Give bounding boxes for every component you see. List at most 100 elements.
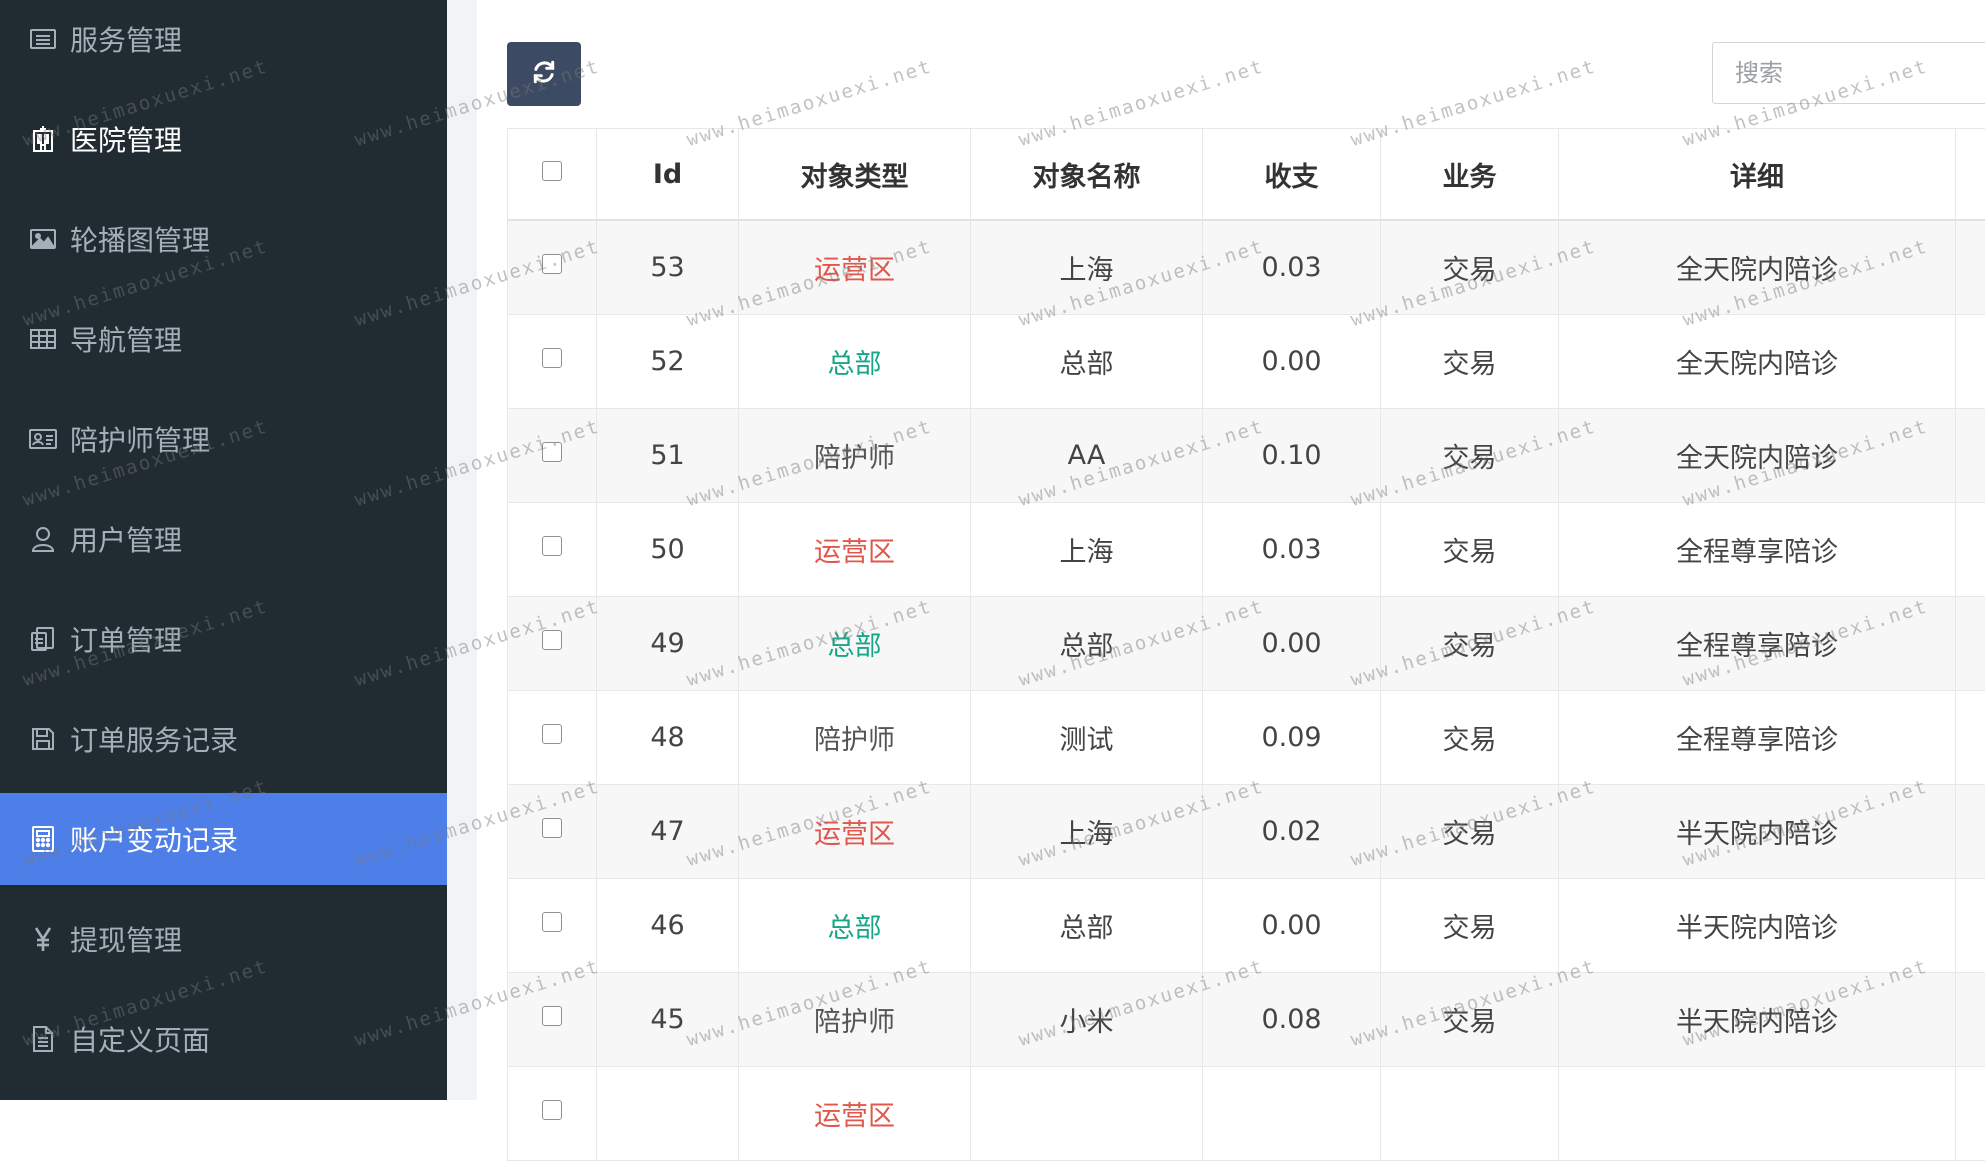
sidebar: 服务管理医院管理轮播图管理导航管理陪护师管理用户管理订单管理订单服务记录账户变动… — [0, 0, 447, 1100]
row-select-cell — [508, 785, 597, 879]
row-checkbox[interactable] — [542, 254, 562, 274]
header-object-name[interactable]: 对象名称 — [971, 129, 1203, 221]
cell-extra — [1956, 785, 1985, 879]
cell-extra — [1956, 315, 1985, 409]
table-row[interactable]: 47运营区上海0.02交易半天院内陪诊 — [508, 785, 1985, 879]
table-row[interactable]: 53运营区上海0.03交易全天院内陪诊 — [508, 220, 1985, 315]
table-row[interactable]: 51陪护师AA0.10交易全天院内陪诊 — [508, 409, 1985, 503]
header-amount[interactable]: 收支 — [1203, 129, 1381, 221]
cell-extra — [1956, 973, 1985, 1067]
row-select-cell — [508, 315, 597, 409]
select-all-checkbox[interactable] — [542, 161, 562, 181]
cell-business: 交易 — [1381, 597, 1559, 691]
cell-amount: 0.00 — [1203, 315, 1381, 409]
refresh-button[interactable] — [507, 42, 581, 106]
sidebar-item-label: 医院管理 — [70, 119, 182, 159]
row-checkbox[interactable] — [542, 630, 562, 650]
cell-object-name: 总部 — [971, 597, 1203, 691]
list-icon — [26, 22, 60, 56]
cell-detail: 半天院内陪诊 — [1559, 973, 1956, 1067]
cell-object-type: 总部 — [739, 879, 971, 973]
table-row[interactable]: 52总部总部0.00交易全天院内陪诊 — [508, 315, 1985, 409]
sidebar-item[interactable]: 自定义页面 — [0, 993, 447, 1085]
cell-extra — [1956, 220, 1985, 315]
table-row[interactable]: 运营区 — [508, 1067, 1985, 1161]
table-row[interactable]: 48陪护师测试0.09交易全程尊享陪诊 — [508, 691, 1985, 785]
cell-id: 49 — [597, 597, 739, 691]
cell-business: 交易 — [1381, 879, 1559, 973]
cell-object-name: AA — [971, 409, 1203, 503]
cell-detail: 全天院内陪诊 — [1559, 409, 1956, 503]
sidebar-item[interactable]: 陪护师管理 — [0, 393, 447, 485]
cell-amount: 0.03 — [1203, 503, 1381, 597]
cell-detail: 全天院内陪诊 — [1559, 220, 1956, 315]
cell-id: 52 — [597, 315, 739, 409]
cell-business: 交易 — [1381, 409, 1559, 503]
sidebar-item[interactable]: 轮播图管理 — [0, 193, 447, 285]
cell-amount: 0.08 — [1203, 973, 1381, 1067]
table-row[interactable]: 46总部总部0.00交易半天院内陪诊 — [508, 879, 1985, 973]
yen-icon — [26, 922, 60, 956]
row-select-cell — [508, 973, 597, 1067]
cell-detail: 半天院内陪诊 — [1559, 785, 1956, 879]
cell-object-name: 上海 — [971, 503, 1203, 597]
cell-detail: 全程尊享陪诊 — [1559, 503, 1956, 597]
cell-amount: 0.10 — [1203, 409, 1381, 503]
sidebar-item-label: 陪护师管理 — [70, 419, 210, 459]
sidebar-item[interactable]: 导航管理 — [0, 293, 447, 385]
table-header-row: Id 对象类型 对象名称 收支 业务 详细 — [508, 129, 1985, 221]
table-row[interactable]: 45陪护师小米0.08交易半天院内陪诊 — [508, 973, 1985, 1067]
table-row[interactable]: 49总部总部0.00交易全程尊享陪诊 — [508, 597, 1985, 691]
cell-id: 51 — [597, 409, 739, 503]
header-object-type[interactable]: 对象类型 — [739, 129, 971, 221]
row-checkbox[interactable] — [542, 1006, 562, 1026]
cell-object-type: 运营区 — [739, 503, 971, 597]
calculator-icon — [26, 822, 60, 856]
row-checkbox[interactable] — [542, 818, 562, 838]
row-checkbox[interactable] — [542, 724, 562, 744]
cell-object-type: 运营区 — [739, 1067, 971, 1161]
sidebar-item[interactable]: 服务管理 — [0, 0, 447, 85]
cell-business: 交易 — [1381, 973, 1559, 1067]
row-checkbox[interactable] — [542, 1100, 562, 1120]
sidebar-item-label: 订单管理 — [70, 619, 182, 659]
row-select-cell — [508, 879, 597, 973]
cell-business: 交易 — [1381, 220, 1559, 315]
cell-detail — [1559, 1067, 1956, 1161]
cell-amount: 0.03 — [1203, 220, 1381, 315]
header-id[interactable]: Id — [597, 129, 739, 221]
cell-object-name: 上海 — [971, 220, 1203, 315]
cell-extra — [1956, 1067, 1985, 1161]
row-checkbox[interactable] — [542, 912, 562, 932]
table-body: 53运营区上海0.03交易全天院内陪诊52总部总部0.00交易全天院内陪诊51陪… — [508, 220, 1985, 1161]
cell-business: 交易 — [1381, 503, 1559, 597]
table-row[interactable]: 50运营区上海0.03交易全程尊享陪诊 — [508, 503, 1985, 597]
row-checkbox[interactable] — [542, 442, 562, 462]
cell-business: 交易 — [1381, 315, 1559, 409]
sidebar-item[interactable]: 订单服务记录 — [0, 693, 447, 785]
row-checkbox[interactable] — [542, 348, 562, 368]
table-icon — [26, 322, 60, 356]
header-business[interactable]: 业务 — [1381, 129, 1559, 221]
cell-object-type: 总部 — [739, 315, 971, 409]
image-icon — [26, 222, 60, 256]
id-card-icon — [26, 422, 60, 456]
sidebar-item[interactable]: 提现管理 — [0, 893, 447, 985]
cell-object-name: 测试 — [971, 691, 1203, 785]
row-select-cell — [508, 503, 597, 597]
cell-extra — [1956, 503, 1985, 597]
sidebar-item[interactable]: 账户变动记录 — [0, 793, 447, 885]
header-detail[interactable]: 详细 — [1559, 129, 1956, 221]
sidebar-item[interactable]: 医院管理 — [0, 93, 447, 185]
row-checkbox[interactable] — [542, 536, 562, 556]
cell-object-name: 总部 — [971, 315, 1203, 409]
search-input[interactable] — [1712, 42, 1985, 104]
sidebar-item[interactable]: 用户管理 — [0, 493, 447, 585]
sidebar-item-label: 服务管理 — [70, 19, 182, 59]
sidebar-item[interactable]: 订单管理 — [0, 593, 447, 685]
cell-business: 交易 — [1381, 691, 1559, 785]
sidebar-item-label: 提现管理 — [70, 919, 182, 959]
cell-business: 交易 — [1381, 785, 1559, 879]
cell-id: 50 — [597, 503, 739, 597]
cell-object-type: 运营区 — [739, 785, 971, 879]
